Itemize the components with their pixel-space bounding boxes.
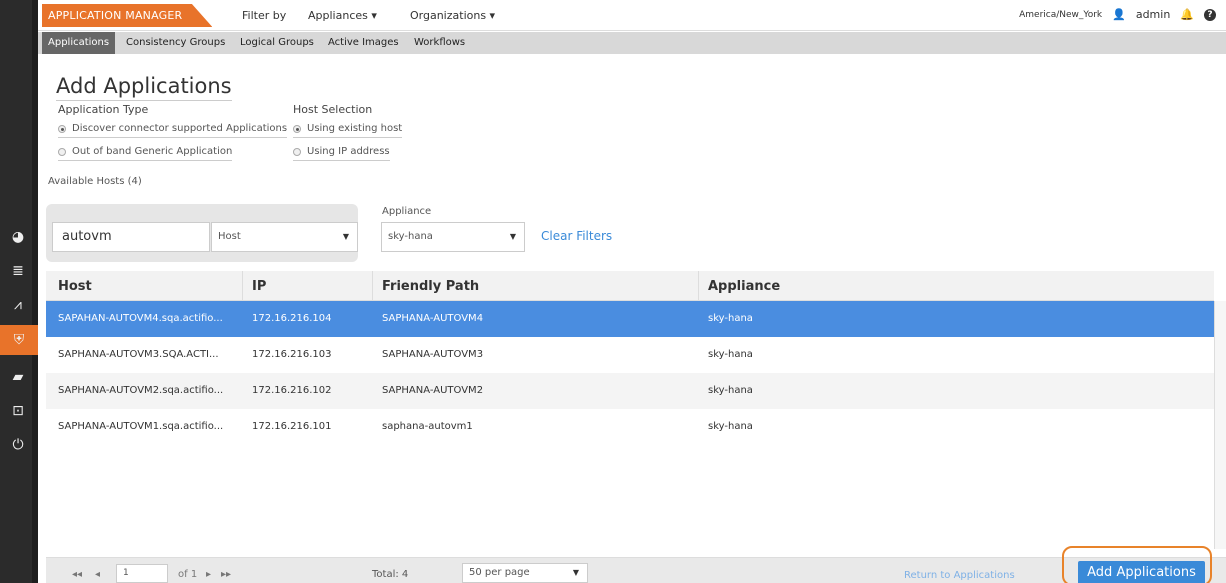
search-type-select[interactable]: Host ▼ bbox=[211, 222, 358, 252]
clear-filters-link[interactable]: Clear Filters bbox=[541, 229, 612, 243]
radio-out-of-band[interactable]: Out of band Generic Application bbox=[58, 146, 233, 161]
appliance-cell: sky-hana bbox=[708, 385, 753, 396]
timezone-label: America/New_York bbox=[1019, 9, 1103, 20]
search-input[interactable]: autovm bbox=[52, 222, 210, 252]
column-header-appliance[interactable]: Appliance bbox=[708, 279, 780, 294]
radio-dot[interactable] bbox=[58, 124, 66, 133]
available-hosts-label: Available Hosts (4) bbox=[48, 176, 142, 187]
radio-dot[interactable] bbox=[293, 124, 301, 133]
tab-workflows[interactable]: Workflows bbox=[408, 32, 471, 54]
column-divider bbox=[372, 271, 373, 301]
username[interactable]: admin bbox=[1136, 8, 1170, 21]
tab-active-images[interactable]: Active Images bbox=[322, 32, 405, 54]
path-cell: saphana-autovm1 bbox=[382, 421, 473, 432]
organizations-dropdown[interactable]: Organizations ▾ bbox=[410, 9, 495, 22]
search-type-value: Host bbox=[218, 231, 241, 242]
user-icon: 👤 bbox=[1112, 8, 1126, 21]
bell-icon[interactable]: 🔔 bbox=[1180, 8, 1194, 21]
total-count: Total: 4 bbox=[372, 569, 409, 580]
appliance-cell: sky-hana bbox=[708, 313, 753, 324]
of-pages-label: of 1 bbox=[178, 569, 198, 580]
path-cell: SAPHANA-AUTOVM3 bbox=[382, 349, 484, 360]
radio-label: Using IP address bbox=[307, 146, 390, 157]
application-type-label: Application Type bbox=[58, 103, 149, 116]
table-header: Host IP Friendly Path Appliance bbox=[46, 271, 1214, 301]
radio-dot[interactable] bbox=[58, 147, 66, 156]
column-header-friendly-path[interactable]: Friendly Path bbox=[382, 279, 479, 294]
host-cell: SAPHANA-AUTOVM2.sqa.actifio... bbox=[58, 385, 224, 396]
column-divider bbox=[698, 271, 699, 301]
host-cell: SAPAHAN-AUTOVM4.sqa.actifio... bbox=[58, 313, 223, 324]
ip-cell: 172.16.216.102 bbox=[252, 385, 332, 396]
dashboard-icon[interactable]: ◕ bbox=[9, 228, 27, 246]
chevron-down-icon: ▼ bbox=[572, 568, 579, 577]
path-cell: SAPHANA-AUTOVM4 bbox=[382, 313, 484, 324]
clipboard-icon[interactable]: ▰ bbox=[9, 368, 27, 386]
last-page-icon[interactable]: ▸▸ bbox=[221, 569, 231, 580]
add-applications-button[interactable]: Add Applications bbox=[1078, 561, 1205, 583]
appliance-cell: sky-hana bbox=[708, 349, 753, 360]
page-title: Add Applications bbox=[56, 74, 232, 101]
table-row[interactable]: SAPAHAN-AUTOVM4.sqa.actifio... 172.16.21… bbox=[46, 301, 1214, 337]
shield-icon[interactable]: ⛨ bbox=[0, 325, 38, 355]
column-header-ip[interactable]: IP bbox=[252, 279, 266, 294]
appliance-filter-label: Appliance bbox=[382, 206, 432, 217]
radio-label: Using existing host bbox=[307, 123, 403, 134]
radio-existing-host[interactable]: Using existing host bbox=[293, 123, 403, 138]
database-icon[interactable]: ≣ bbox=[9, 262, 27, 280]
column-header-host[interactable]: Host bbox=[58, 279, 92, 294]
radio-dot[interactable] bbox=[293, 147, 301, 156]
ip-cell: 172.16.216.104 bbox=[252, 313, 332, 324]
first-page-icon[interactable]: ◂◂ bbox=[72, 569, 82, 580]
page-number-input[interactable]: 1 bbox=[116, 564, 168, 583]
path-cell: SAPHANA-AUTOVM2 bbox=[382, 385, 484, 396]
prev-page-icon[interactable]: ◂ bbox=[95, 569, 100, 580]
host-selection-label: Host Selection bbox=[293, 103, 373, 116]
host-cell: SAPHANA-AUTOVM1.sqa.actifio... bbox=[58, 421, 224, 432]
column-divider bbox=[242, 271, 243, 301]
host-cell: SAPHANA-AUTOVM3.SQA.ACTI... bbox=[58, 349, 219, 360]
app-brand[interactable]: APPLICATION MANAGER bbox=[42, 4, 213, 27]
subnav-bar: Applications Consistency Groups Logical … bbox=[38, 32, 1226, 54]
top-bar: APPLICATION MANAGER Filter by Appliances… bbox=[38, 0, 1226, 31]
ip-cell: 172.16.216.103 bbox=[252, 349, 332, 360]
appliance-cell: sky-hana bbox=[708, 421, 753, 432]
table-scrollbar[interactable] bbox=[1214, 301, 1226, 549]
tab-consistency-groups[interactable]: Consistency Groups bbox=[120, 32, 231, 54]
power-icon[interactable]: ⏻ bbox=[9, 436, 27, 454]
next-page-icon[interactable]: ▸ bbox=[206, 569, 211, 580]
chevron-down-icon: ▼ bbox=[342, 232, 349, 241]
per-page-select[interactable]: 50 per page ▼ bbox=[462, 563, 588, 583]
user-area: America/New_York 👤 admin 🔔 ? bbox=[1019, 8, 1216, 21]
appliance-select[interactable]: sky-hana ▼ bbox=[381, 222, 525, 252]
ip-cell: 172.16.216.101 bbox=[252, 421, 332, 432]
table-row[interactable]: SAPHANA-AUTOVM1.sqa.actifio... 172.16.21… bbox=[46, 409, 1214, 445]
table-row[interactable]: SAPHANA-AUTOVM3.SQA.ACTI... 172.16.216.1… bbox=[46, 337, 1214, 373]
monitor-icon[interactable]: ⊡ bbox=[9, 402, 27, 420]
left-sidebar: ◕ ≣ ⩘ ⛨ ▰ ⊡ ⏻ bbox=[0, 0, 38, 583]
radio-label: Discover connector supported Application… bbox=[72, 123, 288, 134]
radio-discover-connector[interactable]: Discover connector supported Application… bbox=[58, 123, 288, 138]
table-row[interactable]: SAPHANA-AUTOVM2.sqa.actifio... 172.16.21… bbox=[46, 373, 1214, 409]
return-to-applications-link[interactable]: Return to Applications bbox=[904, 570, 1015, 581]
chevron-down-icon: ▼ bbox=[509, 232, 516, 241]
radio-label: Out of band Generic Application bbox=[72, 146, 233, 157]
appliance-value: sky-hana bbox=[388, 231, 433, 242]
radio-ip-address[interactable]: Using IP address bbox=[293, 146, 390, 161]
chart-icon[interactable]: ⩘ bbox=[9, 296, 27, 314]
per-page-value: 50 per page bbox=[469, 567, 530, 578]
tab-applications[interactable]: Applications bbox=[42, 32, 116, 54]
filter-by-label: Filter by bbox=[242, 9, 287, 22]
tab-logical-groups[interactable]: Logical Groups bbox=[234, 32, 320, 54]
help-icon[interactable]: ? bbox=[1204, 8, 1216, 21]
appliances-dropdown[interactable]: Appliances ▾ bbox=[308, 9, 377, 22]
